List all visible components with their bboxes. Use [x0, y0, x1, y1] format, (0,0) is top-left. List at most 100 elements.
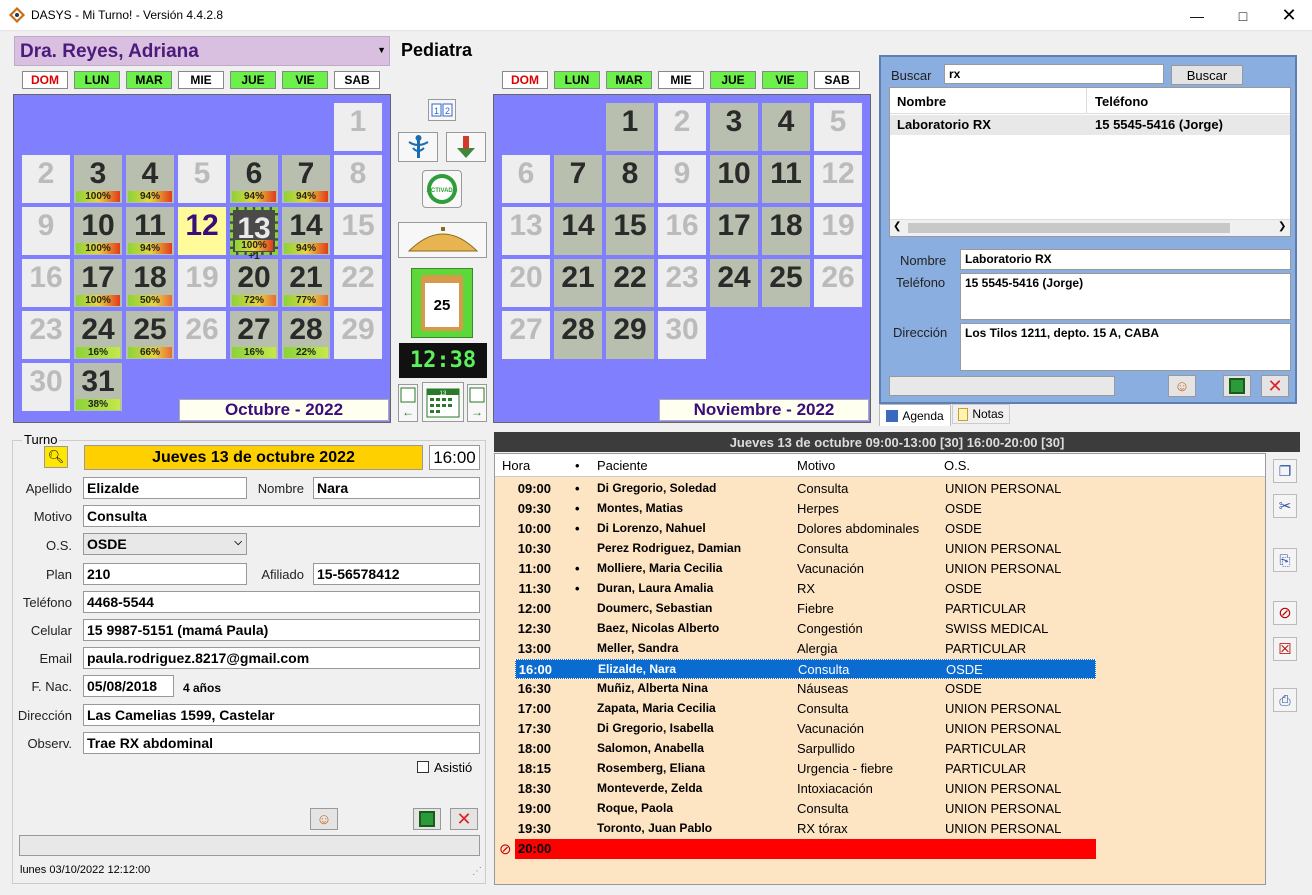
patient-save-button[interactable] — [413, 808, 441, 830]
calendar-day[interactable]: 17 — [710, 207, 758, 255]
agenda-row[interactable]: 12:00 Doumerc, Sebastian Fiebre PARTICULAR — [515, 599, 1096, 619]
calendar-day[interactable]: 30 — [658, 311, 706, 359]
agenda-row[interactable]: 13:00 Meller, Sandra Alergia PARTICULAR — [515, 639, 1096, 659]
calendar-day[interactable]: 2 — [658, 103, 706, 151]
agenda-row[interactable]: 16:30 Muñiz, Alberta Nina Náuseas OSDE — [515, 679, 1096, 699]
weekday-header[interactable]: MIE — [658, 71, 704, 89]
calendar-day[interactable]: 23 — [658, 259, 706, 307]
calendar-day[interactable]: 22 — [334, 259, 382, 307]
calendar-day[interactable]: 17 100% — [74, 259, 122, 307]
calendar-day[interactable]: 14 94% — [282, 207, 330, 255]
calendar-day[interactable]: 24 16% — [74, 311, 122, 359]
delete-turno-button[interactable]: ☒ — [1273, 637, 1297, 661]
calendar-day[interactable]: 27 — [502, 311, 550, 359]
agenda-row[interactable]: 12:30 Baez, Nicolas Alberto Congestión SWIS… — [515, 619, 1096, 639]
calendar-day[interactable]: 15 — [606, 207, 654, 255]
calendar-day[interactable]: 12 — [814, 155, 862, 203]
plan-field[interactable]: 210 — [83, 563, 247, 585]
os-select[interactable]: OSDE ⌵ — [83, 533, 247, 555]
calendar-day-button[interactable]: 25 — [411, 268, 473, 338]
tab-notas[interactable]: Notas — [952, 404, 1010, 424]
agenda-row[interactable]: 09:30 • Montes, Matias Herpes OSDE — [515, 499, 1096, 519]
agenda-row[interactable]: 20:00 — [515, 839, 1096, 859]
calendar-day[interactable]: 11 — [762, 155, 810, 203]
medical-button[interactable] — [398, 132, 438, 162]
calendar-day[interactable]: 18 — [762, 207, 810, 255]
direccion-field[interactable]: Las Camelias 1599, Castelar — [83, 704, 480, 726]
calendar-day[interactable]: 5 — [814, 103, 862, 151]
calendar-day[interactable]: 3 — [710, 103, 758, 151]
calendar-day[interactable]: 10 100% — [74, 207, 122, 255]
calendar-day[interactable]: 12 — [178, 207, 226, 255]
weekday-header[interactable]: MAR — [606, 71, 652, 89]
calendar-day[interactable]: 4 94% — [126, 155, 174, 203]
weekday-header[interactable]: JUE — [230, 71, 276, 89]
turno-time[interactable]: 16:00 — [429, 445, 480, 470]
weekday-header[interactable]: VIE — [282, 71, 328, 89]
calendar-day[interactable]: 8 — [334, 155, 382, 203]
calendar-day[interactable]: 6 — [502, 155, 550, 203]
download-button[interactable] — [446, 132, 486, 162]
calendar-day[interactable]: 25 — [762, 259, 810, 307]
agenda-row[interactable]: 09:00 • Di Gregorio, Soledad Consulta UNION … — [515, 479, 1096, 499]
contact-save-button[interactable] — [1223, 375, 1251, 397]
calendar-day[interactable]: 22 — [606, 259, 654, 307]
calendar-day[interactable]: 20 — [502, 259, 550, 307]
doctor-select[interactable]: Dra. Reyes, Adriana ▼ — [14, 36, 390, 66]
calendar-day[interactable]: 16 — [658, 207, 706, 255]
contact-address-field[interactable]: Los Tilos 1211, depto. 15 A, CABA — [960, 323, 1291, 371]
calendar-day[interactable]: 30 — [22, 363, 70, 411]
prev-month-button[interactable]: ← — [398, 384, 418, 422]
list-item[interactable]: Laboratorio RX 15 5545-5416 (Jorge) — [890, 115, 1290, 135]
agenda-row[interactable]: 11:00 • Molliere, Maria Cecilia Vacunación U… — [515, 559, 1096, 579]
today-button[interactable]: 13 — [422, 382, 464, 422]
weekday-header[interactable]: SAB — [814, 71, 860, 89]
calendar-day[interactable]: 21 — [554, 259, 602, 307]
patient-person-button[interactable]: ☺ — [310, 808, 338, 830]
weekday-header[interactable]: VIE — [762, 71, 808, 89]
calendar-day[interactable]: 21 77% — [282, 259, 330, 307]
contact-delete-button[interactable]: ✕ — [1261, 375, 1289, 397]
calendar-day[interactable]: 25 66% — [126, 311, 174, 359]
agenda-row[interactable]: 16:00 Elizalde, Nara Consulta OSDE — [515, 659, 1096, 679]
agenda-row[interactable]: 11:30 • Duran, Laura Amalia RX OSDE — [515, 579, 1096, 599]
calendar-day[interactable]: 18 50% — [126, 259, 174, 307]
weekday-header[interactable]: JUE — [710, 71, 756, 89]
calendar-day[interactable]: 3 100% — [74, 155, 122, 203]
telefono-field[interactable]: 4468-5544 — [83, 591, 480, 613]
agenda-row[interactable]: 19:00 Roque, Paola Consulta UNION PERSONAL — [515, 799, 1096, 819]
afiliado-field[interactable]: 15-56578412 — [313, 563, 480, 585]
weekday-header[interactable]: DOM — [22, 71, 68, 89]
calendar-day[interactable]: 8 — [606, 155, 654, 203]
calendar-day[interactable]: 13 — [502, 207, 550, 255]
email-field[interactable]: paula.rodriguez.8217@gmail.com — [83, 647, 480, 669]
calendar-day[interactable]: 5 — [178, 155, 226, 203]
calendar-day[interactable]: 15 — [334, 207, 382, 255]
block-button[interactable]: ⊘ — [1273, 601, 1297, 625]
tab-agenda[interactable]: Agenda — [879, 404, 951, 426]
calendar-day[interactable]: 28 — [554, 311, 602, 359]
agenda-row[interactable]: 10:00 • Di Lorenzo, Nahuel Dolores abdomina… — [515, 519, 1096, 539]
horizontal-scrollbar[interactable]: ❮ ❯ — [890, 219, 1290, 236]
scroll-right-icon[interactable]: ❯ — [1278, 221, 1286, 232]
paste-button[interactable]: ⎘ — [1273, 548, 1297, 572]
agenda-row[interactable]: 19:30 Toronto, Juan Pablo RX tórax UNION PE… — [515, 819, 1096, 839]
weekday-header[interactable]: MAR — [126, 71, 172, 89]
calendar-day[interactable]: 19 — [178, 259, 226, 307]
activado-button[interactable]: ACTIVADO — [422, 170, 462, 208]
weekday-header[interactable]: LUN — [74, 71, 120, 89]
calendar-day[interactable]: 26 — [814, 259, 862, 307]
fnac-field[interactable]: 05/08/2018 — [83, 675, 174, 697]
calendar-day[interactable]: 13 100% +1 — [230, 207, 278, 262]
calendar-day[interactable]: 29 — [606, 311, 654, 359]
search-turno-button[interactable]: 🔍︎ — [44, 446, 68, 468]
calendar-day[interactable]: 9 — [658, 155, 706, 203]
calendar-day[interactable]: 24 — [710, 259, 758, 307]
scrollbar-thumb[interactable] — [908, 223, 1230, 233]
weekday-header[interactable]: SAB — [334, 71, 380, 89]
calendar-day[interactable]: 27 16% — [230, 311, 278, 359]
calendar-day[interactable]: 20 72% — [230, 259, 278, 307]
calendar-day[interactable]: 19 — [814, 207, 862, 255]
calendar-day[interactable]: 28 22% — [282, 311, 330, 359]
weekday-header[interactable]: DOM — [502, 71, 548, 89]
